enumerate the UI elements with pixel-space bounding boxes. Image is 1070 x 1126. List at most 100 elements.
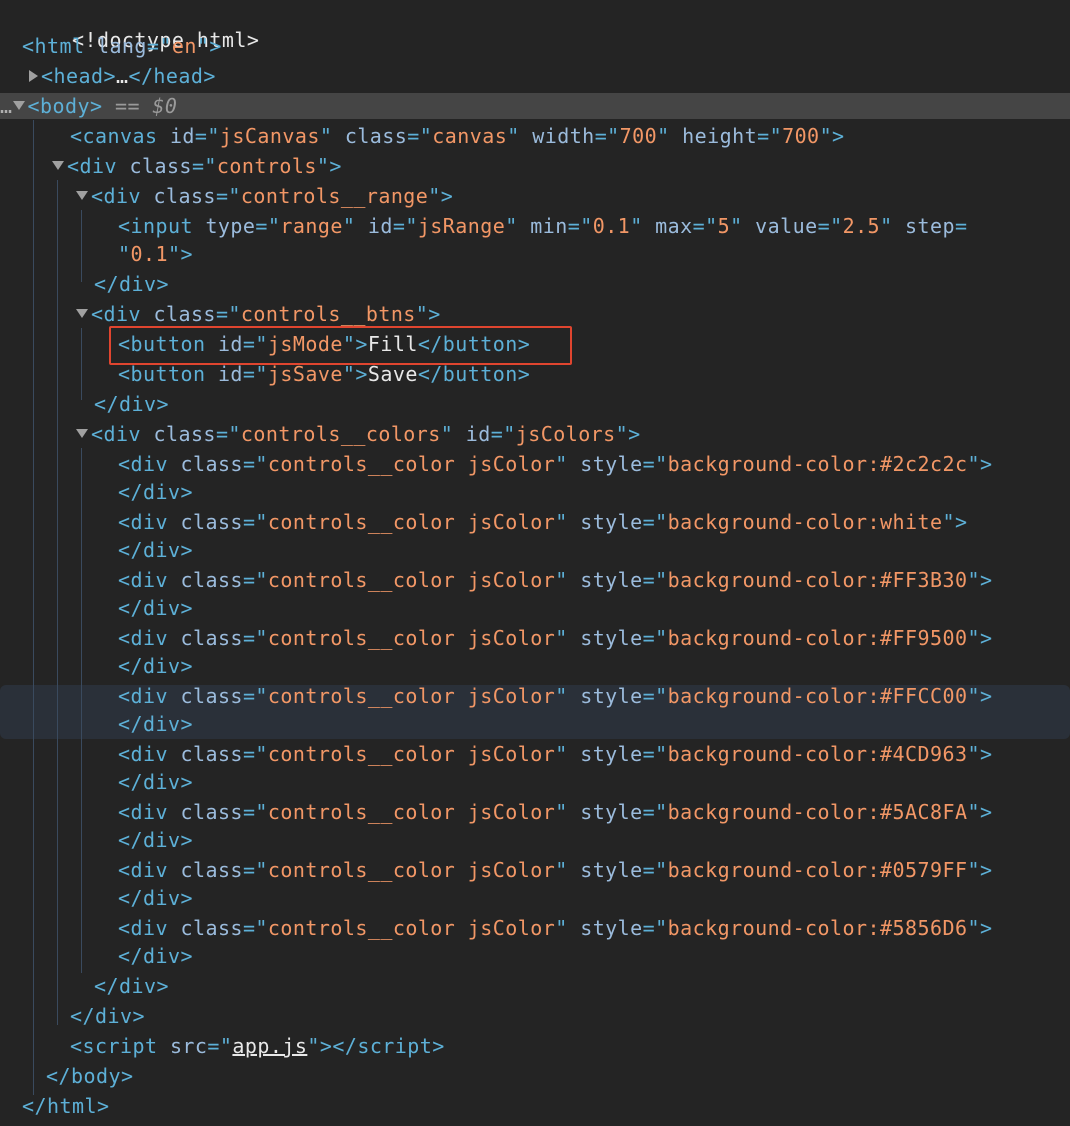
tag-close: </body>	[46, 1064, 134, 1088]
tag-close: </div>	[118, 654, 193, 678]
color-div-close-line[interactable]: </div>	[118, 828, 193, 852]
color-div-close-line[interactable]: </div>	[118, 770, 193, 794]
collapse-triangle-icon[interactable]	[12, 101, 25, 110]
color-div-close-line[interactable]: </div>	[118, 538, 193, 562]
tag-open: <script	[70, 1034, 170, 1058]
attr-eq: "	[555, 684, 581, 708]
script-src-link[interactable]: app.js	[232, 1034, 307, 1058]
tag-open: <head>	[41, 64, 116, 88]
attr-value: 0.1	[592, 214, 631, 238]
tag-open: <div	[118, 916, 181, 940]
attr-value: jsColors	[515, 422, 616, 446]
attr-eq: ="	[490, 422, 516, 446]
controls-div-line[interactable]: <div class="controls">	[52, 154, 342, 178]
tag-open: <canvas	[70, 124, 170, 148]
btns-div-close-line[interactable]: </div>	[94, 392, 169, 416]
doctype-line[interactable]: <!doctype html>	[22, 4, 259, 52]
color-div-close-line[interactable]: </div>	[118, 480, 193, 504]
attr-eq: ">	[342, 362, 368, 386]
attr-eq: ="	[642, 684, 668, 708]
tag-close: ">	[967, 742, 993, 766]
color-div-close-line[interactable]: </div>	[118, 944, 193, 968]
btns-div-line[interactable]: <div class="controls__btns">	[76, 302, 441, 326]
attr-eq: "	[440, 422, 466, 446]
more-options-icon[interactable]: …	[0, 94, 13, 118]
tag-close: ">	[819, 124, 845, 148]
color-div-line[interactable]: <div class="controls__color jsColor" sty…	[118, 510, 967, 534]
tag-open: <div	[118, 800, 181, 824]
color-div-close-line[interactable]: </div>	[118, 596, 193, 620]
range-div-line[interactable]: <div class="controls__range">	[76, 184, 453, 208]
attr-eq: ="	[757, 124, 783, 148]
controls-div-close-line[interactable]: </div>	[70, 1004, 145, 1028]
attr-eq: ="	[242, 568, 268, 592]
color-div-line[interactable]: <div class="controls__color jsColor" sty…	[118, 858, 992, 882]
attr-name: width	[532, 124, 595, 148]
color-div-line[interactable]: <div class="controls__color jsColor" sty…	[118, 626, 992, 650]
attr-value: controls__color jsColor	[267, 684, 556, 708]
attr-value: controls__color jsColor	[267, 568, 556, 592]
html-open-line[interactable]: <html lang="en">	[22, 34, 222, 58]
color-div-line[interactable]: <div class="controls__color jsColor" sty…	[118, 452, 992, 476]
save-button-line[interactable]: <button id="jsSave">Save</button>	[118, 362, 530, 386]
attr-eq: "	[507, 124, 533, 148]
attr-eq: ="	[642, 568, 668, 592]
expand-triangle-icon[interactable]	[29, 69, 38, 82]
canvas-line[interactable]: <canvas id="jsCanvas" class="canvas" wid…	[70, 124, 845, 148]
head-collapsed-line[interactable]: <head>…</head>	[29, 64, 216, 88]
tag-close: </div>	[118, 770, 193, 794]
html-close-line[interactable]: </html>	[22, 1094, 109, 1118]
attr-name: class	[180, 684, 243, 708]
color-div-line[interactable]: <div class="controls__color jsColor" sty…	[118, 916, 992, 940]
attr-eq: "	[555, 742, 581, 766]
range-input-line[interactable]: <input type="range" id="jsRange" min="0.…	[118, 214, 968, 238]
body-open-line[interactable]: … <body> == $0	[0, 94, 177, 118]
color-div-close-line[interactable]: </div>	[118, 886, 193, 910]
color-div-close-line[interactable]: </div>	[118, 712, 193, 736]
tag-open: <input	[118, 214, 206, 238]
collapse-triangle-icon[interactable]	[76, 309, 88, 318]
color-div-line[interactable]: <div class="controls__color jsColor" sty…	[118, 800, 992, 824]
mode-button-line[interactable]: <button id="jsMode">Fill</button>	[118, 332, 530, 356]
attr-eq: "	[555, 858, 581, 882]
color-div-line[interactable]: <div class="controls__color jsColor" sty…	[118, 568, 992, 592]
collapse-triangle-icon[interactable]	[76, 429, 88, 438]
attr-eq: ="	[567, 214, 593, 238]
attr-value: range	[280, 214, 343, 238]
color-div-close-line[interactable]: </div>	[118, 654, 193, 678]
attr-name: style	[580, 800, 643, 824]
color-div-line[interactable]: <div class="controls__color jsColor" sty…	[118, 684, 992, 708]
attr-name: class	[180, 452, 243, 476]
tag-close: </head>	[128, 64, 216, 88]
range-input-line-wrap[interactable]: "0.1">	[118, 242, 193, 266]
attr-name: height	[682, 124, 758, 148]
collapse-triangle-icon[interactable]	[76, 191, 88, 200]
attr-value: controls	[216, 154, 317, 178]
attr-eq: ="	[242, 858, 268, 882]
collapse-triangle-icon[interactable]	[52, 161, 64, 170]
tag-close: </button>	[417, 332, 531, 356]
color-div-line[interactable]: <div class="controls__color jsColor" sty…	[118, 742, 992, 766]
tag-close: </div>	[94, 272, 169, 296]
range-div-close-line[interactable]: </div>	[94, 272, 169, 296]
colors-div-close-line[interactable]: </div>	[94, 974, 169, 998]
attr-eq: =	[955, 214, 968, 238]
tag-close: </button>	[417, 362, 531, 386]
tag-open: <button	[118, 362, 218, 386]
attr-eq: ">	[342, 332, 368, 356]
colors-div-line[interactable]: <div class="controls__colors" id="jsColo…	[76, 422, 641, 446]
attr-eq: "	[342, 214, 368, 238]
attr-value: background-color:#5AC8FA	[667, 800, 968, 824]
attr-eq: ="	[242, 684, 268, 708]
tag-close: ">	[967, 626, 993, 650]
attr-eq: ="	[242, 332, 268, 356]
attr-name: class	[180, 916, 243, 940]
script-line[interactable]: <script src="app.js"></script>	[70, 1034, 445, 1058]
tag-open: <html	[22, 34, 97, 58]
tag-close: ">	[316, 154, 342, 178]
body-close-line[interactable]: </body>	[46, 1064, 133, 1088]
attr-value: controls__color jsColor	[267, 626, 556, 650]
attr-eq: ="	[146, 34, 172, 58]
tag-open: <div	[118, 858, 181, 882]
attr-name: id	[217, 362, 243, 386]
